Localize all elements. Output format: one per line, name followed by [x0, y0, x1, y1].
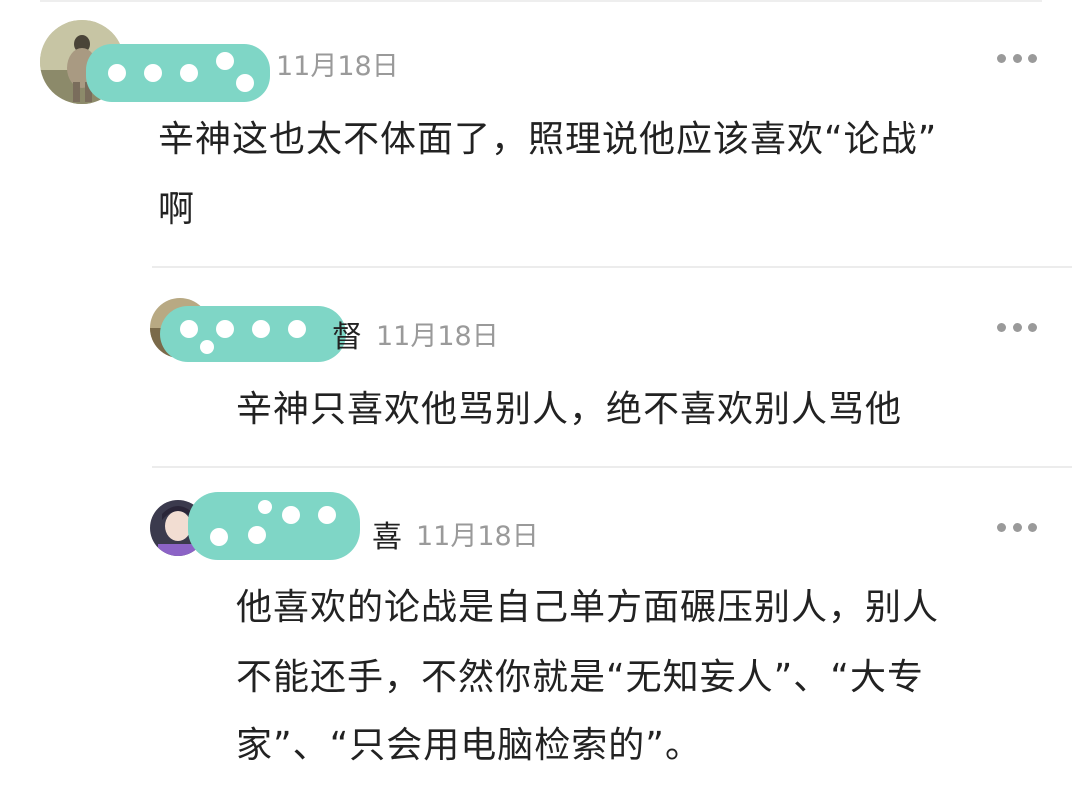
comment-text-line: 辛神这也太不体面了，照理说他应该喜欢“论战” — [158, 119, 938, 160]
username-redaction — [160, 306, 346, 362]
more-options-icon[interactable] — [997, 320, 1037, 334]
comment-text-line: 辛神只喜欢他骂别人，绝不喜欢别人骂他 — [236, 389, 903, 430]
comment-text-line: 他喜欢的论战是自己单方面碾压别人，别人 — [236, 587, 940, 628]
username-redaction — [86, 44, 270, 102]
comment-text-line: 啊 — [158, 189, 196, 230]
username-redaction — [188, 492, 360, 560]
more-options-icon[interactable] — [997, 520, 1037, 534]
username-tail: 喜 — [372, 520, 402, 555]
more-options-icon[interactable] — [997, 51, 1037, 65]
comment-date: 11月18日 — [376, 321, 499, 352]
comment-1: 11月18日 辛神这也太不体面了，照理说他应该喜欢“论战” 啊 — [0, 0, 1072, 270]
username-tail: 督 — [332, 320, 362, 355]
divider — [152, 466, 1072, 468]
comment-date: 11月18日 — [276, 51, 399, 82]
comment-text-line: 家”、“只会用电脑检索的”。 — [236, 725, 702, 766]
comment-text-line: 不能还手，不然你就是“无知妄人”、“大专 — [236, 657, 924, 698]
comment-2: 督 11月18日 辛神只喜欢他骂别人，绝不喜欢别人骂他 — [0, 270, 1072, 466]
comment-3: 喜 11月18日 他喜欢的论战是自己单方面碾压别人，别人 不能还手，不然你就是“… — [0, 470, 1072, 785]
divider — [152, 266, 1072, 268]
comment-date: 11月18日 — [416, 521, 539, 552]
